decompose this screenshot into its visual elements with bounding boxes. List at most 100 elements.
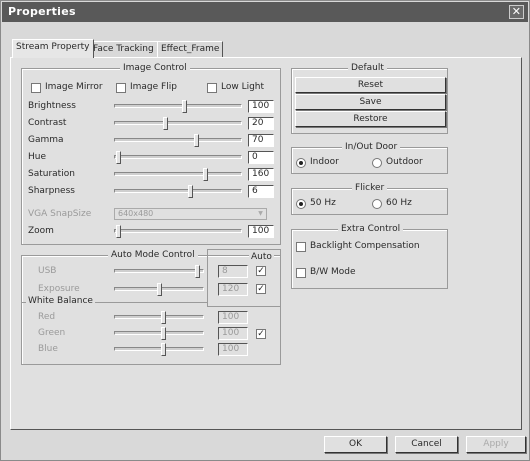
- wb-red-slider-thumb[interactable]: [161, 311, 166, 324]
- ok-button[interactable]: OK: [324, 436, 387, 453]
- exposure-auto-checkbox[interactable]: ✓: [256, 284, 266, 294]
- wb-blue-label: Blue: [38, 344, 58, 354]
- hue-slider-track[interactable]: [114, 155, 242, 159]
- auto-header: Auto: [249, 252, 274, 263]
- bw-mode-checkbox[interactable]: [296, 268, 306, 278]
- reset-button[interactable]: Reset: [295, 77, 446, 93]
- brightness-slider-thumb[interactable]: [182, 100, 187, 113]
- brightness-slider-track[interactable]: [114, 104, 242, 108]
- chevron-down-icon: ▼: [258, 210, 263, 217]
- vga-snapsize-label: VGA SnapSize: [28, 209, 92, 219]
- backlight-compensation-checkbox[interactable]: [296, 242, 306, 252]
- extra-control-group: Extra Control Backlight Compensation B/W…: [291, 223, 448, 289]
- zoom-slider-thumb[interactable]: [116, 225, 121, 238]
- sharpness-slider-thumb[interactable]: [188, 185, 193, 198]
- wb-blue-slider-track[interactable]: [114, 347, 204, 351]
- 50hz-radio[interactable]: [296, 199, 306, 209]
- gamma-slider-thumb[interactable]: [194, 134, 199, 147]
- extra-control-title: Extra Control: [338, 223, 404, 235]
- outdoor-label: Outdoor: [386, 157, 423, 167]
- contrast-label: Contrast: [28, 118, 67, 128]
- indoor-label: Indoor: [310, 157, 339, 167]
- gamma-label: Gamma: [28, 135, 64, 145]
- sharpness-slider-track[interactable]: [114, 189, 242, 193]
- image-control-title: Image Control: [120, 62, 190, 74]
- 60hz-label: 60 Hz: [386, 198, 412, 208]
- exposure-label: Exposure: [38, 284, 80, 294]
- zoom-value-field[interactable]: 100: [248, 225, 274, 238]
- tab-effect-frame[interactable]: Effect_Frame: [157, 41, 224, 57]
- contrast-value-field[interactable]: 20: [248, 117, 274, 130]
- wb-red-slider-track[interactable]: [114, 315, 204, 319]
- flicker-title: Flicker: [352, 182, 388, 194]
- image-flip-checkbox[interactable]: [116, 83, 126, 93]
- gamma-value-field[interactable]: 70: [248, 134, 274, 147]
- wb-blue-value-field[interactable]: 100: [218, 343, 248, 356]
- outdoor-radio[interactable]: [372, 158, 382, 168]
- cancel-button[interactable]: Cancel: [395, 436, 458, 453]
- wb-blue-slider-thumb[interactable]: [161, 343, 166, 356]
- contrast-slider-thumb[interactable]: [163, 117, 168, 130]
- white-balance-title: White Balance: [26, 296, 95, 307]
- low-light-label: Low Light: [221, 82, 265, 92]
- stream-property-panel: Image Control Image Mirror Image Flip Lo…: [10, 57, 522, 430]
- saturation-slider-track[interactable]: [114, 172, 242, 176]
- properties-window: Properties ✕ Stream Property Face Tracki…: [0, 0, 530, 461]
- bw-mode-label: B/W Mode: [310, 267, 356, 277]
- auto-mode-group: Auto Mode Control Auto USB 8 ✓ Exposure 120 ✓…: [21, 249, 281, 365]
- indoor-radio[interactable]: [296, 158, 306, 168]
- usb-label: USB: [38, 266, 57, 276]
- image-mirror-checkbox[interactable]: [31, 83, 41, 93]
- tab-stream-property[interactable]: Stream Property: [12, 39, 94, 58]
- vga-snapsize-select[interactable]: 640x480 ▼: [114, 208, 267, 220]
- usb-slider-track[interactable]: [114, 269, 204, 273]
- image-mirror-label: Image Mirror: [45, 82, 103, 92]
- sharpness-label: Sharpness: [28, 186, 75, 196]
- image-control-group: Image Control Image Mirror Image Flip Lo…: [21, 62, 281, 245]
- hue-label: Hue: [28, 152, 47, 162]
- zoom-slider-track[interactable]: [114, 229, 242, 233]
- inout-door-title: In/Out Door: [342, 141, 401, 153]
- brightness-label: Brightness: [28, 101, 76, 111]
- usb-slider-thumb[interactable]: [195, 265, 200, 278]
- wb-green-slider-track[interactable]: [114, 331, 204, 335]
- gamma-slider-track[interactable]: [114, 138, 242, 142]
- image-flip-label: Image Flip: [130, 82, 177, 92]
- title-bar[interactable]: Properties ✕: [2, 2, 528, 22]
- usb-value-field[interactable]: 8: [218, 265, 248, 278]
- low-light-checkbox[interactable]: [207, 83, 217, 93]
- apply-button[interactable]: Apply: [466, 436, 526, 453]
- wb-red-label: Red: [38, 312, 56, 322]
- brightness-value-field[interactable]: 100: [248, 100, 274, 113]
- tab-face-tracking[interactable]: Face Tracking: [89, 41, 158, 57]
- restore-button[interactable]: Restore: [295, 111, 446, 127]
- contrast-slider-track[interactable]: [114, 121, 242, 125]
- saturation-slider-thumb[interactable]: [203, 168, 208, 181]
- exposure-value-field[interactable]: 120: [218, 283, 248, 296]
- 50hz-label: 50 Hz: [310, 198, 336, 208]
- inout-door-group: In/Out Door Indoor Outdoor: [291, 141, 448, 174]
- wb-red-value-field[interactable]: 100: [218, 311, 248, 324]
- 60hz-radio[interactable]: [372, 199, 382, 209]
- wb-green-value-field[interactable]: 100: [218, 327, 248, 340]
- wb-green-label: Green: [38, 328, 66, 338]
- hue-value-field[interactable]: 0: [248, 151, 274, 164]
- hue-slider-thumb[interactable]: [116, 151, 121, 164]
- save-button[interactable]: Save: [295, 94, 446, 110]
- auto-mode-title: Auto Mode Control: [108, 249, 198, 261]
- close-icon[interactable]: ✕: [509, 5, 524, 19]
- flicker-group: Flicker 50 Hz 60 Hz: [291, 182, 448, 215]
- sharpness-value-field[interactable]: 6: [248, 185, 274, 198]
- usb-auto-checkbox[interactable]: ✓: [256, 266, 266, 276]
- zoom-label: Zoom: [28, 226, 54, 236]
- default-title: Default: [348, 62, 387, 74]
- default-group: Default Reset Save Restore: [291, 62, 448, 134]
- vga-snapsize-value: 640x480: [118, 209, 154, 218]
- backlight-compensation-label: Backlight Compensation: [310, 241, 420, 251]
- window-title: Properties: [8, 5, 76, 18]
- saturation-value-field[interactable]: 160: [248, 168, 274, 181]
- saturation-label: Saturation: [28, 169, 75, 179]
- exposure-slider-thumb[interactable]: [157, 283, 162, 296]
- white-balance-auto-checkbox[interactable]: ✓: [256, 329, 266, 339]
- wb-green-slider-thumb[interactable]: [161, 327, 166, 340]
